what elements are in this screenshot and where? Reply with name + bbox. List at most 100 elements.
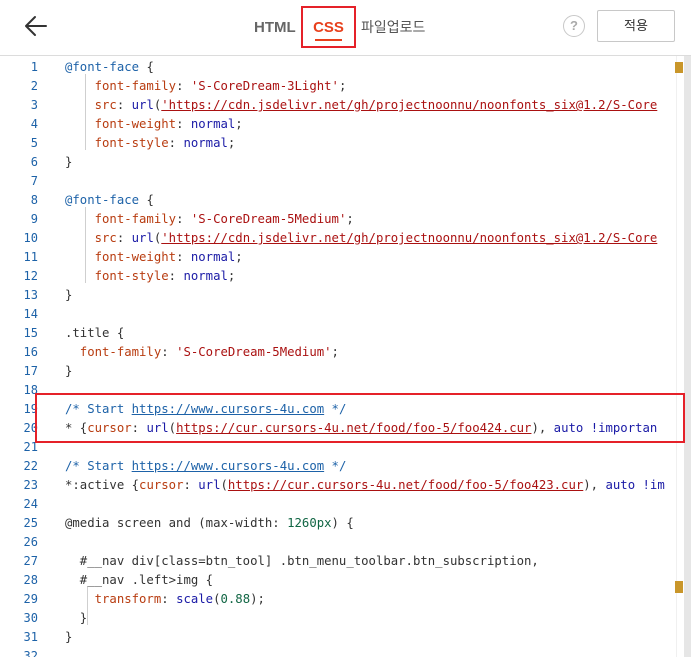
code-line[interactable]: 12 font-style: normal; (0, 267, 691, 286)
line-number: 28 (23, 573, 38, 587)
code-line[interactable]: 28 #__nav .left>img { (0, 571, 691, 590)
code-token: } (65, 630, 73, 644)
code-token[interactable]: https://cur.cursors-4u.net/food/foo-5/fo… (228, 478, 583, 492)
back-arrow-icon[interactable] (22, 12, 50, 40)
line-number: 24 (23, 497, 38, 511)
code-token: : (168, 269, 184, 283)
line-number: 2 (30, 79, 38, 93)
code-token: ( (220, 478, 228, 492)
code-token: normal (183, 269, 228, 283)
tab-css-underline (315, 39, 342, 41)
code-token: scale (176, 592, 214, 606)
line-number: 30 (23, 611, 38, 625)
code-line[interactable]: 10 src: url('https://cdn.jsdelivr.net/gh… (0, 229, 691, 248)
code-text: .title { (65, 324, 124, 343)
code-line[interactable]: 32 (0, 647, 691, 657)
code-line[interactable]: 15 .title { (0, 324, 691, 343)
code-line[interactable]: 24 (0, 495, 691, 514)
code-text: } (65, 286, 72, 305)
code-line[interactable]: 7 (0, 172, 691, 191)
code-token[interactable]: https://www.cursors-4u.com (132, 459, 325, 473)
code-line[interactable]: 29 transform: scale(0.88); (0, 590, 691, 609)
code-token[interactable]: https://www.cursors-4u.com (132, 402, 325, 416)
code-token: } (65, 288, 73, 302)
tab-file-upload[interactable]: 파일업로드 (361, 0, 425, 55)
code-line[interactable]: 11 font-weight: normal; (0, 248, 691, 267)
code-text: * {cursor: url(https://cur.cursors-4u.ne… (65, 419, 657, 438)
code-line[interactable]: 2 font-family: 'S-CoreDream-3Light'; (0, 77, 691, 96)
code-line[interactable]: 6} (0, 153, 691, 172)
code-token: cursor (139, 478, 184, 492)
code-line[interactable]: 16 font-family: 'S-CoreDream-5Medium'; (0, 343, 691, 362)
code-token: : (161, 345, 177, 359)
line-number: 27 (23, 554, 38, 568)
tab-html[interactable]: HTML (254, 0, 296, 55)
code-token: @media screen and (max-width: (65, 516, 288, 530)
code-token: { (139, 60, 154, 74)
code-token: */ (324, 459, 347, 473)
code-line[interactable]: 18 (0, 381, 691, 400)
code-line[interactable]: 19 /* Start https://www.cursors-4u.com */ (0, 400, 691, 419)
code-line[interactable]: 27 #__nav div[class=btn_tool] .btn_menu_… (0, 552, 691, 571)
code-token: font-family (65, 79, 177, 93)
code-line[interactable]: 3 src: url('https://cdn.jsdelivr.net/gh/… (0, 96, 691, 115)
tab-css[interactable]: CSS (301, 0, 356, 55)
code-text: } (65, 362, 72, 381)
line-number: 20 (23, 421, 38, 435)
code-token: #__nav div[class=btn_tool] .btn_menu_too… (65, 554, 539, 568)
code-text: /* Start https://www.cursors-4u.com */ (65, 400, 346, 419)
code-token: ; (338, 79, 347, 93)
code-token: normal (190, 250, 236, 264)
code-token: ), (531, 421, 554, 435)
line-number: 21 (23, 440, 38, 454)
code-text: font-family: 'S-CoreDream-3Light'; (65, 77, 347, 96)
code-token: : (168, 136, 184, 150)
line-number: 32 (23, 649, 38, 657)
help-icon[interactable]: ? (563, 15, 585, 37)
code-token: ; (235, 250, 243, 264)
code-token: normal (183, 136, 228, 150)
code-line[interactable]: 14 (0, 305, 691, 324)
code-line[interactable]: 31} (0, 628, 691, 647)
line-number: 16 (23, 345, 38, 359)
code-line[interactable]: 20 * {cursor: url(https://cur.cursors-4u.… (0, 419, 691, 438)
line-number: 8 (30, 193, 38, 207)
code-line[interactable]: 1 @font-face { (0, 58, 691, 77)
code-line[interactable]: 13} (0, 286, 691, 305)
code-token[interactable]: 'https://cdn.jsdelivr.net/gh/projectnoon… (161, 231, 657, 245)
code-line[interactable]: 9 font-family: 'S-CoreDream-5Medium'; (0, 210, 691, 229)
code-token: ; (227, 269, 236, 283)
code-line[interactable]: 25 @media screen and (max-width: 1260px) … (0, 514, 691, 533)
code-line[interactable]: 17} (0, 362, 691, 381)
code-line[interactable]: 4 font-weight: normal; (0, 115, 691, 134)
line-number: 11 (23, 250, 38, 264)
code-line[interactable]: 22 /* Start https://www.cursors-4u.com */ (0, 457, 691, 476)
code-text: *:active {cursor: url(https://cur.cursor… (65, 476, 665, 495)
code-text: } (65, 628, 72, 647)
code-token[interactable]: 'https://cdn.jsdelivr.net/gh/projectnoon… (161, 98, 657, 112)
code-token: url (131, 231, 154, 245)
code-text: @font-face { (65, 58, 154, 77)
code-token: 'S-CoreDream-5Medium' (190, 212, 347, 226)
code-token: : (131, 421, 147, 435)
code-line[interactable]: 23 *:active {cursor: url(https://cur.curs… (0, 476, 691, 495)
line-number: 18 (23, 383, 38, 397)
code-line[interactable]: 5 font-style: normal; (0, 134, 691, 153)
code-text: /* Start https://www.cursors-4u.com */ (65, 457, 346, 476)
code-token: src (65, 98, 117, 112)
code-text: transform: scale(0.88); (65, 590, 265, 609)
line-number: 29 (23, 592, 38, 606)
apply-button[interactable]: 적용 (597, 10, 675, 42)
code-token: */ (324, 402, 347, 416)
css-code-editor[interactable]: 1 @font-face {2 font-family: 'S-CoreDream… (0, 56, 691, 657)
code-line[interactable]: 21 (0, 438, 691, 457)
code-token: auto !importan (553, 421, 658, 435)
code-token[interactable]: https://cur.cursors-4u.net/food/foo-5/fo… (176, 421, 531, 435)
code-text: @font-face { (65, 191, 154, 210)
code-line[interactable]: 26 (0, 533, 691, 552)
code-token: 0.88 (220, 592, 251, 606)
code-line[interactable]: 8 @font-face { (0, 191, 691, 210)
code-token: : (116, 98, 132, 112)
code-line[interactable]: 30 } (0, 609, 691, 628)
code-token: font-family (65, 345, 162, 359)
